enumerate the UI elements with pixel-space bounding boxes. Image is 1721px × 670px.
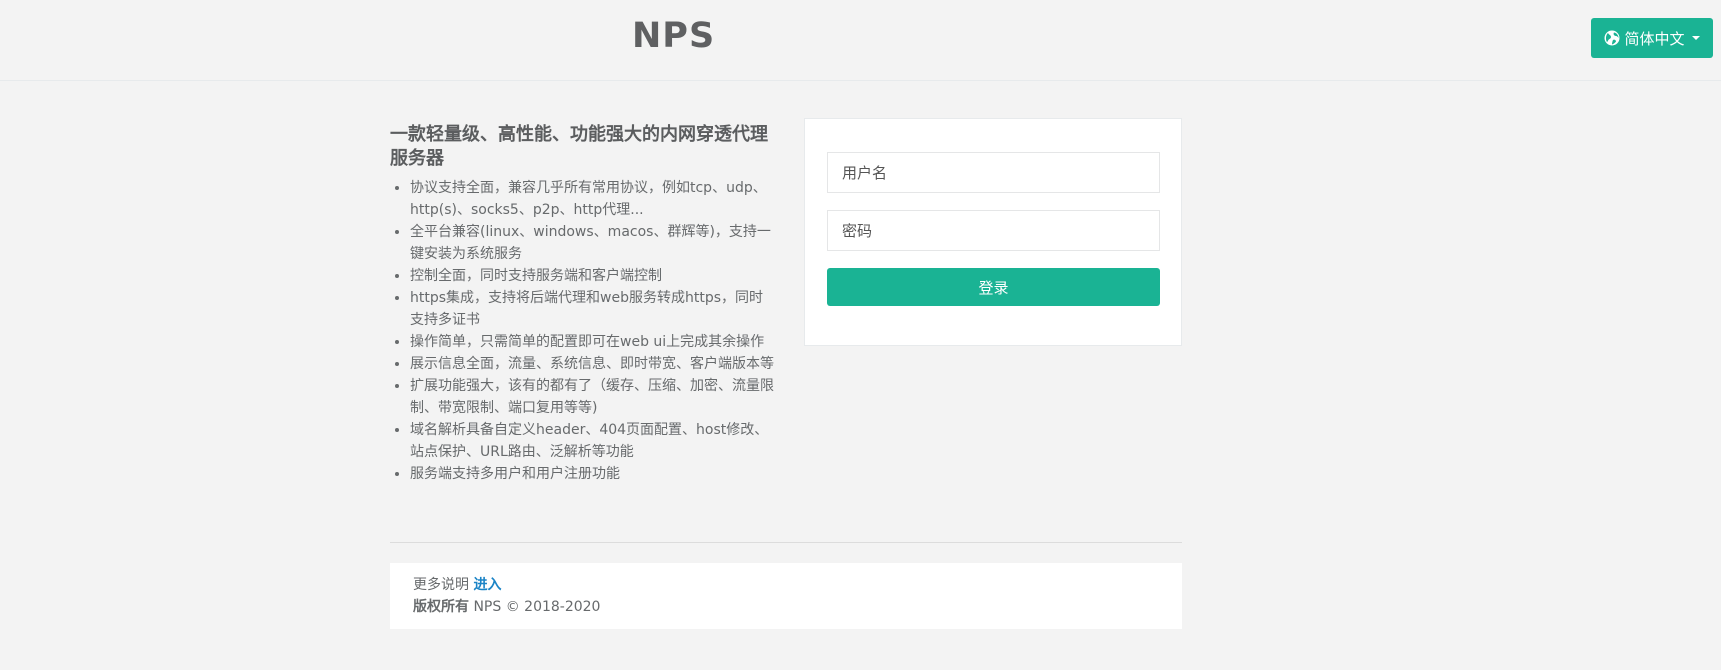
feature-item: https集成，支持将后端代理和web服务转成https，同时支持多证书 [410,287,775,331]
password-input[interactable] [827,210,1160,251]
divider [390,542,1182,543]
feature-item: 服务端支持多用户和用户注册功能 [410,463,775,485]
intro-title: 一款轻量级、高性能、功能强大的内网穿透代理服务器 [390,124,768,169]
feature-item: 展示信息全面，流量、系统信息、即时带宽、客户端版本等 [410,353,775,375]
language-dropdown-button[interactable]: 简体中文 [1591,18,1713,58]
feature-item: 扩展功能强大，该有的都有了（缓存、压缩、加密、流量限制、带宽限制、端口复用等等) [410,375,775,419]
footer: 更多说明 进入 版权所有 NPS © 2018-2020 [390,563,1182,629]
feature-item: 域名解析具备自定义header、404页面配置、host修改、站点保护、URL路… [410,419,775,463]
more-info-text: 更多说明 [413,577,469,593]
feature-item: 控制全面，同时支持服务端和客户端控制 [410,265,775,287]
logo: NPS [632,16,716,56]
feature-list: 协议支持全面，兼容几乎所有常用协议，例如tcp、udp、http(s)、sock… [390,177,775,485]
caret-down-icon [1691,36,1700,40]
globe-icon [1604,30,1620,46]
copyright-line: 版权所有 NPS © 2018-2020 [413,596,1159,618]
top-header: NPS 简体中文 [0,0,1721,81]
login-button[interactable]: 登录 [827,268,1160,306]
feature-item: 操作简单，只需简单的配置即可在web ui上完成其余操作 [410,331,775,353]
username-input[interactable] [827,152,1160,193]
feature-item: 全平台兼容(linux、windows、macos、群辉等)，支持一键安装为系统… [410,221,775,265]
login-form: 登录 [804,118,1182,346]
more-info-line: 更多说明 进入 [413,574,1159,596]
language-label: 简体中文 [1624,29,1685,48]
copyright-text: NPS © 2018-2020 [473,599,601,615]
more-info-link[interactable]: 进入 [473,577,501,593]
copyright-label: 版权所有 [413,599,469,615]
intro-section: 一款轻量级、高性能、功能强大的内网穿透代理服务器 协议支持全面，兼容几乎所有常用… [390,123,775,485]
feature-item: 协议支持全面，兼容几乎所有常用协议，例如tcp、udp、http(s)、sock… [410,177,775,221]
